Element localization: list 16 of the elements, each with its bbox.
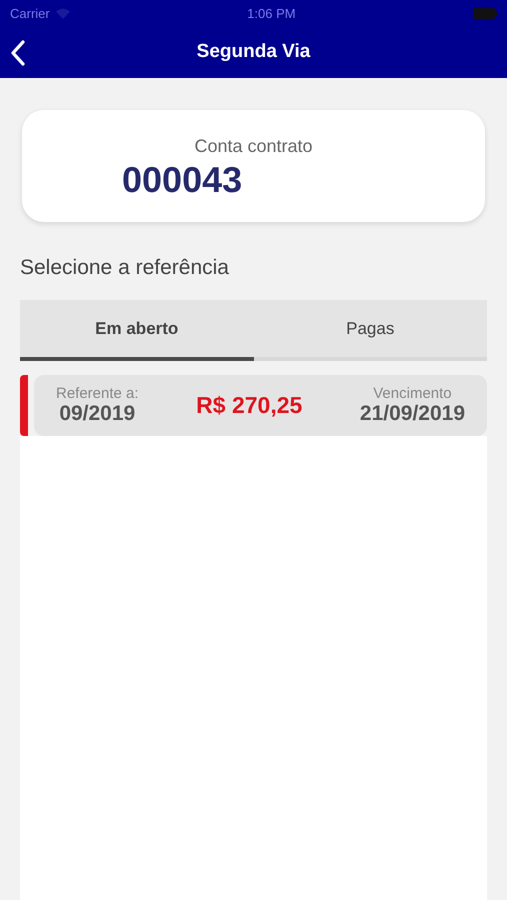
tab[interactable]: Em aberto xyxy=(20,300,254,361)
bill-row[interactable]: Referente a: 09/2019 R$ 270,25 Vencimento 21/09/2019 xyxy=(34,375,487,436)
due-label: Vencimento xyxy=(373,385,452,402)
account-number: 000043 xyxy=(122,159,242,201)
carrier-label: Carrier xyxy=(10,6,50,20)
screen-title: Segunda Via xyxy=(196,41,310,63)
reference-value: 09/2019 xyxy=(59,402,136,426)
reference-label: Referente a: xyxy=(56,385,139,402)
section-title: Selecione a referência xyxy=(20,256,230,280)
wifi-icon xyxy=(56,8,70,18)
due-date: 21/09/2019 xyxy=(360,402,465,426)
account-label: Conta contrato xyxy=(194,136,313,157)
bill-amount: R$ 270,25 xyxy=(196,392,302,419)
tab[interactable]: Pagas xyxy=(254,300,487,361)
battery-icon xyxy=(473,8,497,18)
status-time: 1:06 PM xyxy=(247,6,296,20)
